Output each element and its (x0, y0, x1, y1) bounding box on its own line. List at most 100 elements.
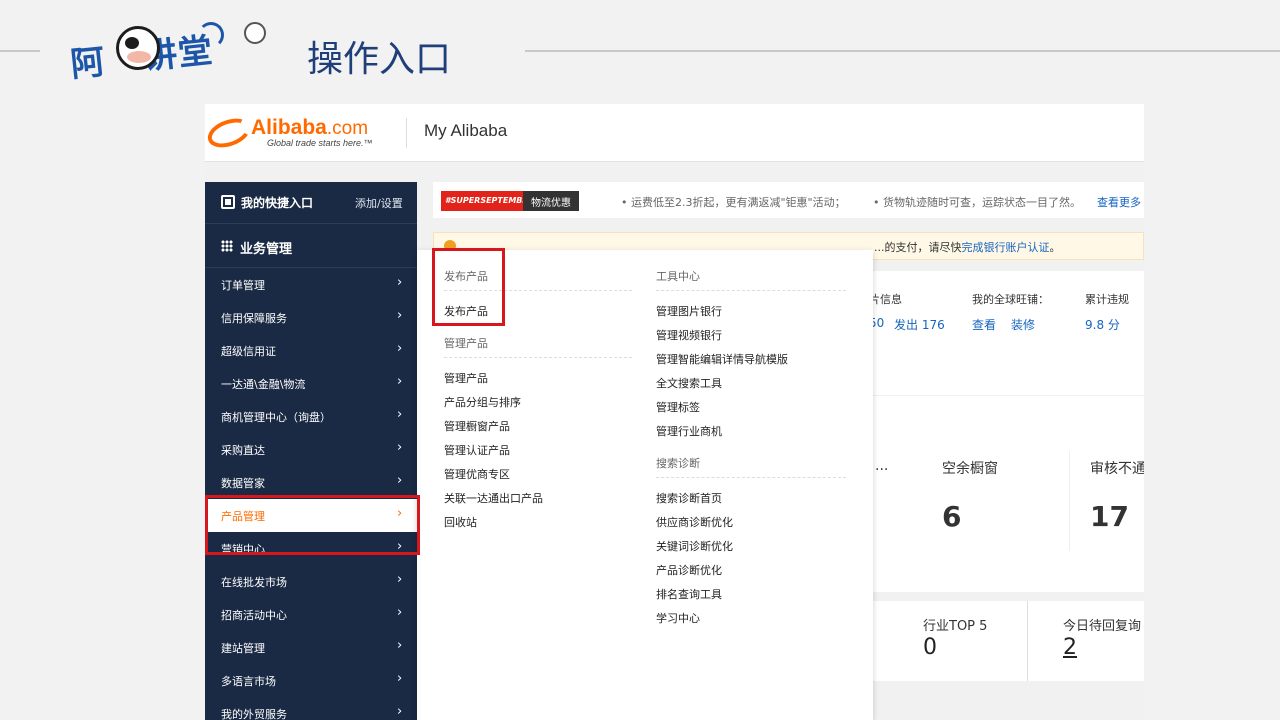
menu-group-divider (656, 477, 846, 478)
chevron-right-icon: › (397, 506, 403, 521)
sidebar-item-label: 在线批发市场 (221, 576, 287, 589)
stat-label-2: 我的全球旺铺： (972, 293, 1049, 306)
slide-title: 操作入口 (307, 39, 452, 80)
notice-end: 。 (1049, 241, 1061, 254)
sidebar-item-label: 招商活动中心 (221, 609, 287, 622)
showcase-divider (1069, 451, 1070, 551)
quick-entry-settings[interactable]: 添加/设置 (355, 195, 403, 211)
showcase-card: ... 空余橱窗 6 审核不通 17 (863, 396, 1144, 592)
promo-text-2: • 货物轨迹随时可查，运踪状态一目了然。 (873, 196, 1081, 209)
alijiangtang-logo: 阿讲堂 (68, 22, 273, 88)
stats-card: 片信息 50 发出 176 我的全球旺铺： 查看 装修 累计违规 9.8 分 (863, 271, 1144, 395)
sidebar-item-label: 多语言市场 (221, 675, 276, 688)
header-rule-right (525, 50, 1280, 52)
sidebar-item-label: 我的外贸服务 (221, 708, 287, 720)
menu-item[interactable]: 管理标签 (656, 399, 846, 423)
sidebar-item-label: 一达通\金融\物流 (221, 378, 306, 391)
menu-group-heading: 搜索诊断 (656, 457, 700, 470)
alibaba-swirl-icon (205, 113, 255, 153)
sidebar-item[interactable]: 多语言市场 › (205, 664, 417, 697)
quick-entry: 我的快捷入口 添加/设置 (205, 182, 417, 224)
sidebar-item-label: 采购直达 (221, 444, 265, 457)
chevron-right-icon: › (397, 638, 403, 653)
chevron-right-icon: › (397, 407, 403, 422)
sidebar-item[interactable]: 商机管理中心（询盘） › (205, 400, 417, 433)
menu-item[interactable]: 发布产品 (444, 303, 632, 327)
bank-verify-link[interactable]: 完成银行账户认证 (962, 241, 1050, 254)
quick-entry-label[interactable]: 我的快捷入口 (241, 194, 313, 211)
sidebar-item[interactable]: 一达通\金融\物流 › (205, 367, 417, 400)
mascot-head-icon (244, 22, 266, 44)
shop-decorate-link[interactable]: 装修 (1011, 316, 1035, 333)
promo-badge-logistics[interactable]: 物流优惠 (523, 191, 579, 211)
sidebar-item[interactable]: 在线批发市场 › (205, 565, 417, 598)
sidebar-item-label: 商机管理中心（询盘） (221, 411, 331, 424)
menu-item[interactable]: 学习中心 (656, 610, 846, 634)
bottom-value-1[interactable]: 0 (923, 635, 937, 660)
menu-item[interactable]: 全文搜索工具 (656, 375, 846, 399)
shop-view-link[interactable]: 查看 (972, 316, 996, 333)
shortcut-icon (221, 195, 235, 209)
logo-text-a: 阿 (68, 41, 108, 86)
bottom-label-1: 行业TOP 5 (923, 619, 988, 634)
sidebar-item[interactable]: 招商活动中心 › (205, 598, 417, 631)
bottom-stats-card: 行业TOP 5 0 今日待回复询 2 (873, 601, 1144, 681)
menu-item[interactable]: 产品分组与排序 (444, 394, 632, 418)
menu-item[interactable]: 搜索诊断首页 (656, 490, 846, 514)
stat-value-3[interactable]: 9.8 分 (1085, 316, 1120, 333)
signal-icon (198, 22, 224, 48)
promo-more-link[interactable]: 查看更多 (1097, 194, 1141, 210)
menu-group: 管理产品 管理产品 产品分组与排序 管理橱窗产品 管理认证产品 管理优商专区 关联一达通出口… (444, 335, 632, 538)
brand-tagline: Global trade starts here.™ (267, 138, 373, 148)
business-section-label: 业务管理 (240, 242, 293, 257)
business-section: 业务管理 (205, 224, 417, 268)
promo-text-1: • 运费低至2.3折起，更有满返减"钜惠"活动； (621, 196, 846, 209)
sidebar-item-label: 产品管理 (221, 510, 265, 523)
sidebar-item[interactable]: 建站管理 › (205, 631, 417, 664)
showcase-value-1[interactable]: 6 (942, 500, 961, 533)
menu-item[interactable]: 关联一达通出口产品 (444, 490, 632, 514)
menu-item[interactable]: 管理认证产品 (444, 442, 632, 466)
sidebar-item[interactable]: 我的外贸服务 › (205, 697, 417, 720)
bottom-value-2[interactable]: 2 (1063, 635, 1077, 660)
cow-mascot-icon (116, 26, 160, 70)
menu-item[interactable]: 管理优商专区 (444, 466, 632, 490)
page-title[interactable]: My Alibaba (424, 121, 507, 141)
brand-name: Alibaba (251, 116, 327, 139)
menu-item[interactable]: 管理橱窗产品 (444, 418, 632, 442)
topbar-divider (406, 118, 407, 148)
chevron-right-icon: › (397, 473, 403, 488)
sidebar-item[interactable]: 信用保障服务 › (205, 301, 417, 334)
chevron-right-icon: › (397, 704, 403, 719)
alibaba-logo[interactable]: Alibaba.com Global trade starts here.™ (205, 113, 397, 153)
menu-item[interactable]: 管理视频银行 (656, 327, 846, 351)
sidebar-item-label: 信用保障服务 (221, 312, 287, 325)
sidebar-item[interactable]: 订单管理 › (205, 268, 417, 301)
sidebar-item[interactable]: 采购直达 › (205, 433, 417, 466)
sidebar-item[interactable]: 营销中心 › (205, 532, 417, 565)
stat-value-1b[interactable]: 发出 176 (894, 316, 945, 333)
menu-item[interactable]: 供应商诊断优化 (656, 514, 846, 538)
sidebar-item-label: 营销中心 (221, 543, 265, 556)
menu-item[interactable]: 回收站 (444, 514, 632, 538)
menu-item[interactable]: 管理智能编辑详情导航模版 (656, 351, 846, 375)
chevron-right-icon: › (397, 605, 403, 620)
chevron-right-icon: › (397, 308, 403, 323)
sidebar-item-label: 超级信用证 (221, 345, 276, 358)
chevron-right-icon: › (397, 671, 403, 686)
showcase-value-2[interactable]: 17 (1090, 500, 1129, 533)
promo-banner: #SUPERSEPTEMBER 物流优惠 • 运费低至2.3折起，更有满返减"钜… (433, 182, 1144, 218)
stat-label-3: 累计违规 (1085, 293, 1129, 306)
menu-item[interactable]: 排名查询工具 (656, 586, 846, 610)
menu-item[interactable]: 关键词诊断优化 (656, 538, 846, 562)
menu-item[interactable]: 管理行业商机 (656, 423, 846, 447)
menu-item[interactable]: 管理图片银行 (656, 303, 846, 327)
alibaba-topbar: Alibaba.com Global trade starts here.™ M… (205, 104, 1144, 162)
sidebar-item[interactable]: 产品管理 › (205, 499, 417, 532)
menu-item[interactable]: 产品诊断优化 (656, 562, 846, 586)
menu-item[interactable]: 管理产品 (444, 370, 632, 394)
chevron-right-icon: › (397, 374, 403, 389)
menu-column-left: 发布产品 发布产品 管理产品 管理产品 产品分组与排序 管理橱窗产品 管理认证产品 管理优商专… (444, 250, 632, 538)
sidebar-item[interactable]: 数据管家 › (205, 466, 417, 499)
sidebar-item[interactable]: 超级信用证 › (205, 334, 417, 367)
